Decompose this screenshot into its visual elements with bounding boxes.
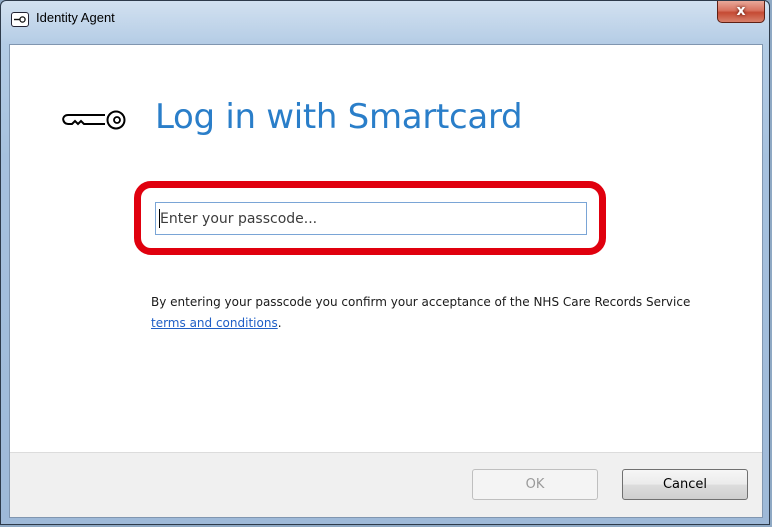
key-icon bbox=[62, 110, 126, 130]
disclaimer-text: By entering your passcode you confirm yo… bbox=[151, 295, 691, 309]
title-bar[interactable]: Identity Agent x bbox=[1, 1, 769, 45]
app-key-icon bbox=[11, 12, 29, 27]
dialog-content: Log in with Smartcard By entering your p… bbox=[9, 44, 763, 518]
disclaimer-end: . bbox=[277, 316, 282, 330]
window-title: Identity Agent bbox=[36, 10, 115, 25]
close-button[interactable]: x bbox=[717, 1, 765, 23]
button-bar: OK Cancel bbox=[10, 452, 762, 517]
dialog-window: Identity Agent x Log in with Smartcard B… bbox=[0, 0, 770, 525]
close-icon: x bbox=[736, 3, 746, 19]
terms-link[interactable]: terms and conditions bbox=[151, 316, 278, 330]
passcode-input[interactable] bbox=[155, 202, 587, 235]
page-title: Log in with Smartcard bbox=[155, 97, 523, 137]
cancel-button[interactable]: Cancel bbox=[622, 469, 748, 500]
terms-disclaimer: By entering your passcode you confirm yo… bbox=[151, 292, 711, 334]
text-caret bbox=[159, 209, 160, 228]
ok-button[interactable]: OK bbox=[472, 469, 598, 500]
